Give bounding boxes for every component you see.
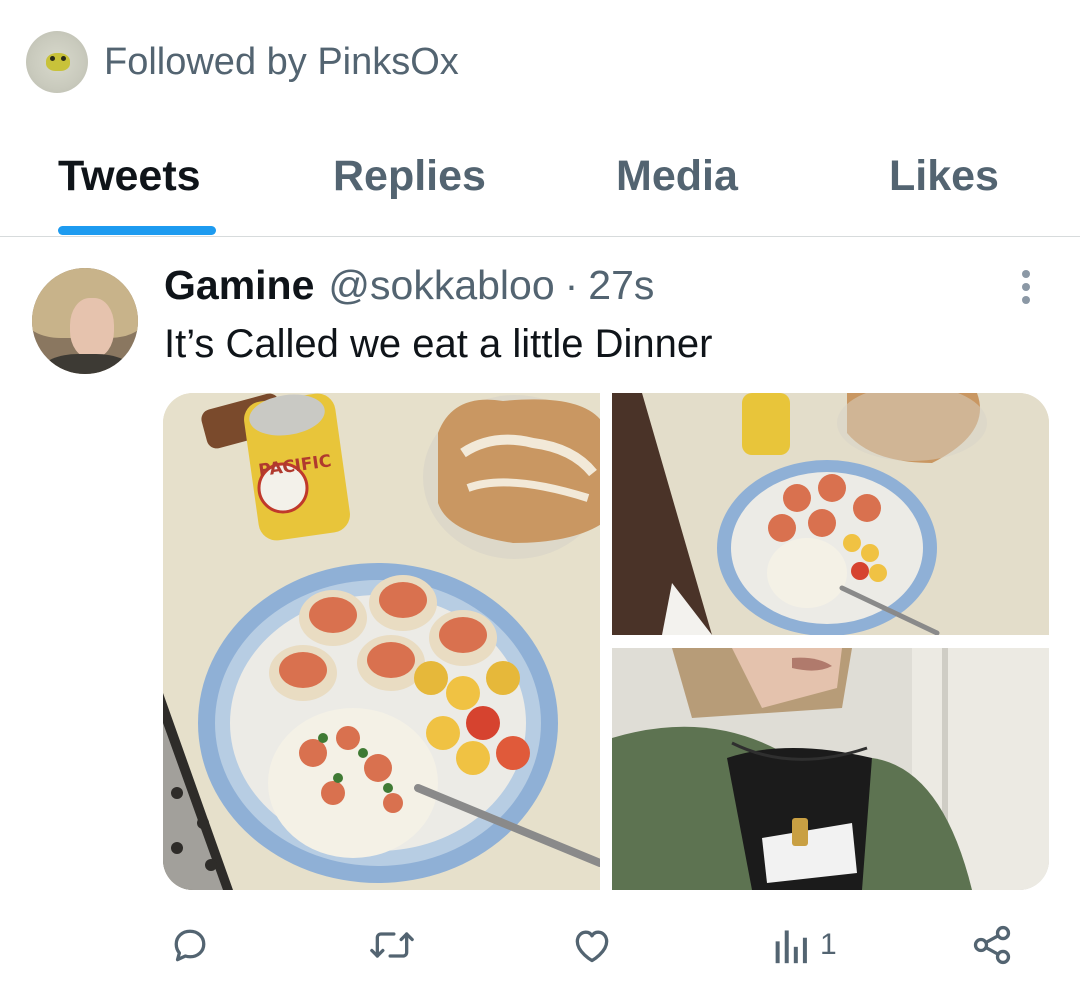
reply-icon: [174, 929, 206, 962]
retweet-icon: [370, 932, 414, 958]
author-name[interactable]: Gamine: [164, 262, 314, 309]
followed-by-row[interactable]: Followed by PinksOx: [26, 31, 459, 93]
active-tab-indicator: [58, 226, 216, 235]
author-handle[interactable]: @sokkabloo: [328, 262, 554, 309]
followed-by-text: Followed by PinksOx: [104, 40, 459, 83]
reply-button[interactable]: [168, 920, 212, 970]
photo-dinner-plate[interactable]: PACIFIC: [163, 393, 600, 890]
views-icon: [775, 930, 807, 964]
share-button[interactable]: [970, 920, 1014, 970]
views-button[interactable]: 1: [772, 920, 837, 970]
tweet-header: Gamine @sokkabloo · 27s: [164, 262, 654, 318]
tweet-text: It’s Called we eat a little Dinner: [164, 322, 713, 366]
tabs-divider: [0, 236, 1080, 237]
follower-avatar: [26, 31, 88, 93]
tweet-actions: 1: [0, 920, 1080, 970]
like-icon: [575, 930, 609, 963]
profile-tabs: Tweets Replies Media Likes: [0, 140, 1080, 237]
views-count: 1: [820, 928, 837, 961]
photo-selfie[interactable]: [612, 648, 1049, 890]
tab-replies[interactable]: Replies: [333, 152, 486, 201]
tab-likes[interactable]: Likes: [889, 152, 999, 201]
tweet-media-grid: PACIFIC: [163, 393, 1049, 890]
tab-tweets[interactable]: Tweets: [58, 152, 201, 201]
like-button[interactable]: [570, 920, 614, 970]
more-options-icon[interactable]: [1013, 268, 1039, 306]
tab-media[interactable]: Media: [616, 152, 738, 201]
header-separator: ·: [564, 262, 579, 308]
share-icon: [973, 925, 1011, 965]
photo-dinner-table[interactable]: [612, 393, 1049, 635]
tweet-timestamp[interactable]: 27s: [588, 262, 654, 309]
retweet-button[interactable]: [368, 920, 416, 970]
tweet-author-avatar[interactable]: [32, 268, 138, 374]
